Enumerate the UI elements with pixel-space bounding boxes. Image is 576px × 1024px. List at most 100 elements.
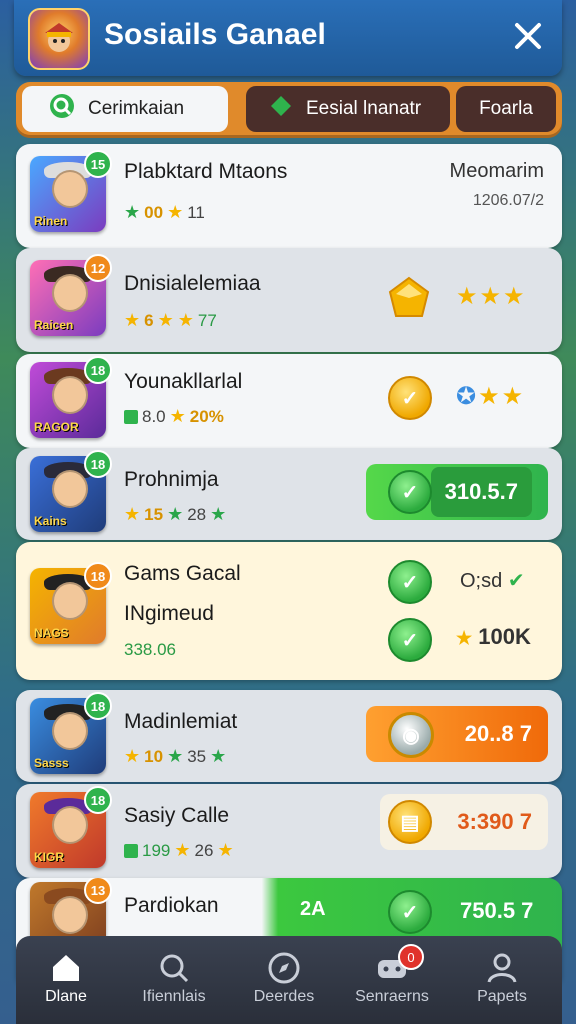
gem-icon bbox=[386, 276, 432, 327]
list-item[interactable]: 18 RAGOR Younakllarlal 8.0 ★ 20% ✓ ✪★★ bbox=[16, 354, 562, 448]
green-square-icon bbox=[124, 843, 138, 858]
list-item[interactable]: 12 Raicen Dnisialelemiaa ★ 6 ★ ★ 77 ★★★ bbox=[16, 248, 562, 352]
game-name: Younakllarlal bbox=[124, 370, 243, 393]
tab-label: Eesial lnanatr bbox=[306, 98, 422, 119]
green-star-icon: ★ bbox=[124, 202, 141, 222]
avatar-label: NAGS bbox=[34, 626, 69, 640]
tab-cerimkaian[interactable]: Cerimkaian bbox=[22, 86, 228, 132]
list-item[interactable]: 18 NAGS Gams Gacal INgimeud 338.06 ✓ ✓ O… bbox=[16, 542, 562, 680]
close-button[interactable] bbox=[508, 16, 548, 56]
star-icon: ★ bbox=[456, 628, 473, 648]
game-name: Sasiy Calle bbox=[124, 804, 230, 827]
nav-games[interactable]: 0 Senraerns bbox=[342, 944, 442, 1006]
tab-eesial[interactable]: Eesial lnanatr bbox=[246, 86, 450, 132]
reward-text: ★ 100K bbox=[456, 624, 531, 650]
profile-icon bbox=[452, 948, 552, 988]
value-button[interactable]: ▤ 3:390 7 bbox=[380, 794, 548, 850]
value-button[interactable]: ◉ 20..8 7 bbox=[366, 706, 548, 762]
game-stats: ★ 10 ★ 35 ★ bbox=[124, 746, 226, 767]
game-character-icon bbox=[28, 8, 90, 70]
star-icon: ★ bbox=[177, 310, 194, 330]
stat-value: 10 bbox=[144, 746, 164, 766]
stat-value: 15 bbox=[144, 504, 164, 524]
game-stats: ★ 15 ★ 28 ★ bbox=[124, 504, 226, 525]
star-icon: ★ bbox=[157, 310, 174, 330]
stat-value: 199 bbox=[142, 840, 171, 860]
gamepad-icon: 0 bbox=[342, 944, 442, 988]
right-title: Meomarim bbox=[449, 160, 544, 182]
avatar: 18 Kains bbox=[30, 450, 112, 532]
level-badge: 18 bbox=[84, 786, 112, 814]
notification-badge: 0 bbox=[398, 944, 424, 970]
check-icon: ✔ bbox=[507, 570, 525, 592]
level-badge: 18 bbox=[84, 562, 112, 590]
star-icon: ★ bbox=[169, 406, 186, 426]
avatar: 18 Sasss bbox=[30, 692, 112, 774]
avatar: 18 NAGS bbox=[30, 562, 112, 644]
coin-icon: ◉ bbox=[388, 712, 434, 758]
star-icon: ★ bbox=[167, 202, 184, 222]
avatar-label: Rinen bbox=[34, 214, 68, 228]
list-item[interactable]: 18 Kains Prohnimja ★ 15 ★ 28 ★ ✓ 310.5.7 bbox=[16, 448, 562, 540]
check-coin-icon: ✓ bbox=[388, 470, 432, 514]
status-label: O;sd bbox=[460, 570, 503, 592]
level-badge: 12 bbox=[84, 254, 112, 282]
level-badge: 18 bbox=[84, 692, 112, 720]
nav-profile[interactable]: Papets bbox=[452, 948, 552, 1006]
list-item[interactable]: 15 Rinen Plabktard Mtaons ★ 00 ★ 11 Meom… bbox=[16, 144, 562, 248]
avatar: 15 Rinen bbox=[30, 150, 112, 232]
value-label: 310.5.7 bbox=[430, 467, 532, 517]
nav-label: Senraerns bbox=[355, 988, 429, 1005]
game-name: Dnisialelemiaa bbox=[124, 272, 261, 295]
avatar-label: Sasss bbox=[34, 756, 69, 770]
stat-value: 00 bbox=[144, 202, 164, 222]
page-title: Sosiails Ganael bbox=[104, 18, 326, 51]
level-badge: 18 bbox=[84, 356, 112, 384]
tab-label: Cerimkaian bbox=[88, 98, 185, 119]
level-badge: 13 bbox=[84, 878, 112, 904]
level-badge: 18 bbox=[84, 450, 112, 478]
avatar: 18 RAGOR bbox=[30, 356, 112, 438]
tab-label: Foarla bbox=[479, 98, 533, 119]
game-subtitle: INgimeud bbox=[124, 602, 214, 625]
game-name: Pardiokan bbox=[124, 894, 219, 917]
compass-icon bbox=[234, 948, 334, 988]
stat-value: 8.0 bbox=[142, 406, 166, 426]
nav-compass[interactable]: Deerdes bbox=[234, 948, 334, 1006]
close-icon bbox=[515, 23, 541, 49]
level-badge: 15 bbox=[84, 150, 112, 178]
star-icon: ★ bbox=[217, 840, 234, 860]
value-button[interactable]: ✓ 310.5.7 bbox=[366, 464, 548, 520]
avatar-label: Kains bbox=[34, 514, 67, 528]
game-stats: ★ 6 ★ ★ 77 bbox=[124, 310, 217, 331]
nav-label: Dlane bbox=[45, 988, 87, 1005]
stat-value: 35 bbox=[187, 746, 207, 766]
green-square-icon bbox=[124, 409, 138, 424]
search-icon bbox=[48, 92, 76, 126]
list-item[interactable]: 18 Sasss Madinlemiat ★ 10 ★ 35 ★ ◉ 20..8… bbox=[16, 690, 562, 782]
list-item[interactable]: 18 KIGR Sasiy Calle 199 ★ 26 ★ ▤ 3:390 7 bbox=[16, 784, 562, 878]
green-star-icon: ★ bbox=[210, 504, 227, 524]
rating-stars: ✪★★ bbox=[456, 383, 526, 410]
reward-label: 100K bbox=[478, 624, 531, 649]
green-star-icon: ★ bbox=[167, 504, 184, 524]
tab-bar: Cerimkaian Eesial lnanatr Foarla bbox=[16, 82, 562, 138]
game-stats: 199 ★ 26 ★ bbox=[124, 840, 234, 861]
game-name: Gams Gacal bbox=[124, 562, 241, 585]
nav-search[interactable]: Ifiennlais bbox=[124, 948, 224, 1006]
tab-foarla[interactable]: Foarla bbox=[456, 86, 556, 132]
stat-value: 28 bbox=[187, 504, 207, 524]
bottom-nav: Dlane Ifiennlais Deerdes 0 Senraerns Pap… bbox=[16, 936, 562, 1024]
check-coin-icon: ✓ bbox=[388, 560, 432, 604]
check-coin-icon: ✓ bbox=[388, 618, 432, 662]
green-star-icon: ★ bbox=[167, 746, 184, 766]
nav-home[interactable]: Dlane bbox=[16, 948, 116, 1006]
star-icon: ★ bbox=[174, 840, 191, 860]
stat-value: 20% bbox=[189, 406, 224, 426]
stat-value: 6 bbox=[144, 310, 154, 330]
game-name: Prohnimja bbox=[124, 468, 219, 491]
stat-value: 26 bbox=[194, 840, 214, 860]
avatar-label: Raicen bbox=[34, 318, 74, 332]
stat-value: 77 bbox=[197, 310, 217, 330]
value-label: 20..8 7 bbox=[464, 721, 532, 746]
